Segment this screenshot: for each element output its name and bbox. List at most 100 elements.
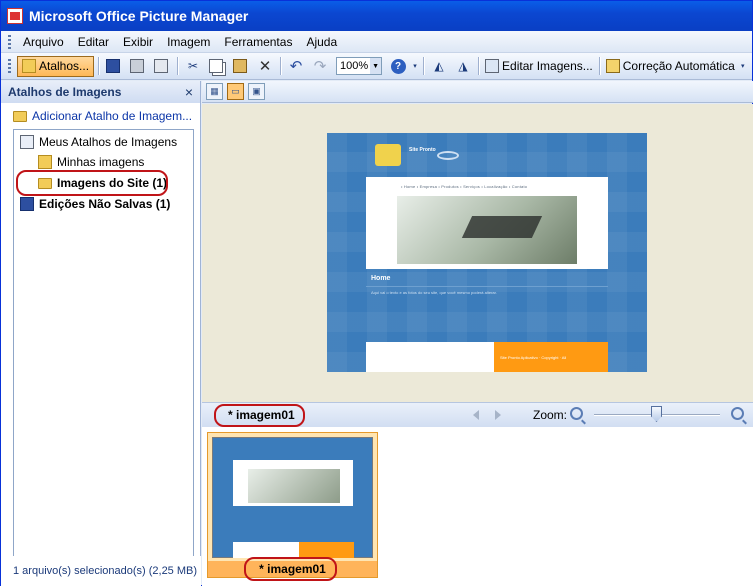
tree-root-label: Meus Atalhos de Imagens xyxy=(39,135,178,149)
site-photo xyxy=(397,196,577,264)
filmstrip-view-button[interactable]: ▭ xyxy=(227,83,244,100)
menu-grip[interactable] xyxy=(8,34,11,49)
shortcuts-tree: Meus Atalhos de Imagens Minhas imagens I… xyxy=(13,129,194,559)
delete-button[interactable]: ✕ xyxy=(254,56,276,77)
zoom-label: Zoom: xyxy=(533,408,568,422)
cut-button[interactable]: ✂ xyxy=(182,56,204,77)
undo-icon: ↶ xyxy=(289,58,303,75)
site-divider xyxy=(366,286,608,287)
app-window: Microsoft Office Picture Manager Arquivo… xyxy=(0,0,753,586)
email-icon xyxy=(153,59,168,73)
zoom-in-icon[interactable] xyxy=(731,407,744,420)
add-shortcut-link[interactable]: Adicionar Atalho de Imagem... xyxy=(1,103,200,129)
paste-button[interactable] xyxy=(230,56,252,77)
zoom-combo[interactable]: 100% ▼ xyxy=(336,57,383,75)
filmstrip-view-icon: ▭ xyxy=(231,86,240,96)
save-button[interactable] xyxy=(103,56,125,77)
paste-icon xyxy=(232,59,247,73)
menu-ferramentas[interactable]: Ferramentas xyxy=(217,35,299,49)
auto-correct-button[interactable]: Correção Automática xyxy=(604,56,737,77)
menu-ajuda[interactable]: Ajuda xyxy=(299,35,344,49)
chevron-down-icon[interactable]: ▼ xyxy=(370,58,382,74)
main-area: ▦ ▭ ▣ Site Pronto • Home • Empresa • Pro… xyxy=(202,81,753,586)
app-icon[interactable] xyxy=(7,8,23,24)
image-folder-icon xyxy=(38,155,52,169)
menu-arquivo[interactable]: Arquivo xyxy=(16,35,71,49)
shortcuts-pane: Atalhos de Imagens × Adicionar Atalho de… xyxy=(1,81,201,586)
site-brand: Site Pronto xyxy=(409,147,436,153)
title-bar[interactable]: Microsoft Office Picture Manager xyxy=(1,1,752,31)
site-header-box: • Home • Empresa • Produtos • Serviços •… xyxy=(366,177,608,269)
image-name-bar: * imagem01 Zoom: xyxy=(202,402,753,427)
toolbar-options-button[interactable]: ▾ xyxy=(411,56,419,77)
close-icon[interactable]: × xyxy=(185,84,193,100)
image-preview[interactable]: Site Pronto • Home • Empresa • Produtos … xyxy=(202,104,753,402)
toolbar-separator xyxy=(98,57,100,75)
thumb-footer-orange xyxy=(299,542,354,558)
site-nav: • Home • Empresa • Produtos • Serviços •… xyxy=(401,184,528,189)
edit-images-button[interactable]: Editar Imagens... xyxy=(483,56,595,77)
redo-button[interactable]: ↷ xyxy=(309,56,331,77)
thumbnail-view-button[interactable]: ▦ xyxy=(206,83,223,100)
menu-editar[interactable]: Editar xyxy=(71,35,116,49)
email-button[interactable] xyxy=(151,56,173,77)
site-footer-white xyxy=(366,342,494,372)
view-toolbar: ▦ ▭ ▣ xyxy=(202,81,753,103)
save-icon xyxy=(105,59,120,73)
filename-highlight-circle xyxy=(214,404,305,427)
site-home-title: Home xyxy=(371,275,391,282)
thumb-label-highlight-circle xyxy=(244,557,337,581)
add-shortcut-label: Adicionar Atalho de Imagem... xyxy=(32,109,193,123)
site-logo xyxy=(375,144,401,166)
thumb-photo xyxy=(248,469,340,503)
rotate-left-button[interactable]: ◭ xyxy=(428,56,450,77)
toolbar-grip[interactable] xyxy=(8,59,11,73)
filmstrip: * imagem01 xyxy=(202,427,753,586)
rotate-right-icon: ◮ xyxy=(458,59,468,73)
tree-node-root[interactable]: Meus Atalhos de Imagens xyxy=(20,135,177,149)
auto-correct-icon xyxy=(605,59,620,73)
toolbar-separator xyxy=(478,57,480,75)
edit-images-icon xyxy=(485,59,500,73)
preview-image: Site Pronto • Home • Empresa • Produtos … xyxy=(327,133,647,372)
shortcuts-icon xyxy=(22,59,36,73)
print-icon xyxy=(129,59,144,73)
edit-images-label: Editar Imagens... xyxy=(502,59,593,73)
delete-icon: ✕ xyxy=(258,58,272,75)
toolbar-separator xyxy=(598,57,600,75)
unsaved-edits-icon xyxy=(20,197,34,211)
next-icon[interactable] xyxy=(495,410,501,420)
site-logo-oval xyxy=(437,151,459,160)
tree-child1-label: Minhas imagens xyxy=(57,155,145,169)
rotate-left-icon: ◭ xyxy=(434,59,444,73)
zoom-value: 100% xyxy=(340,60,369,72)
menu-exibir[interactable]: Exibir xyxy=(116,35,160,49)
undo-button[interactable]: ↶ xyxy=(285,56,307,77)
shortcuts-button[interactable]: Atalhos... xyxy=(17,55,95,77)
print-button[interactable] xyxy=(127,56,149,77)
menu-imagem[interactable]: Imagem xyxy=(160,35,217,49)
tree-unsaved-label: Edições Não Salvas (1) xyxy=(39,197,171,211)
rotate-right-button[interactable]: ◮ xyxy=(452,56,474,77)
standard-toolbar: Atalhos... ✂ ✕ ↶ ↷ 100% ▼ ? ▾ ◭ ◮ Editar… xyxy=(1,53,752,80)
cut-icon: ✂ xyxy=(188,59,199,73)
redo-icon: ↷ xyxy=(313,58,327,75)
auto-correct-label: Correção Automática xyxy=(622,59,735,73)
menu-bar: Arquivo Editar Exibir Imagem Ferramentas… xyxy=(1,31,752,53)
tree-node-unsaved[interactable]: Edições Não Salvas (1) xyxy=(20,197,170,211)
zoom-out-icon[interactable] xyxy=(570,407,583,420)
pane-header: Atalhos de Imagens × xyxy=(1,81,200,103)
window-title: Microsoft Office Picture Manager xyxy=(29,8,249,24)
copy-button[interactable] xyxy=(206,56,228,77)
toolbar-options-button-2[interactable]: ▾ xyxy=(739,56,747,77)
tree-node-minhas-imagens[interactable]: Minhas imagens xyxy=(38,155,144,169)
help-button[interactable]: ? xyxy=(387,56,409,77)
thumbnail-image xyxy=(212,437,373,558)
add-folder-icon xyxy=(13,110,27,122)
zoom-slider-thumb[interactable] xyxy=(651,406,662,422)
previous-icon[interactable] xyxy=(473,410,479,420)
single-view-button[interactable]: ▣ xyxy=(248,83,265,100)
highlight-circle xyxy=(16,170,168,196)
status-text: 1 arquivo(s) selecionado(s) (2,25 MB) xyxy=(13,565,198,577)
site-description: Aqui vai o texto e as fotos do seu site,… xyxy=(371,290,497,295)
